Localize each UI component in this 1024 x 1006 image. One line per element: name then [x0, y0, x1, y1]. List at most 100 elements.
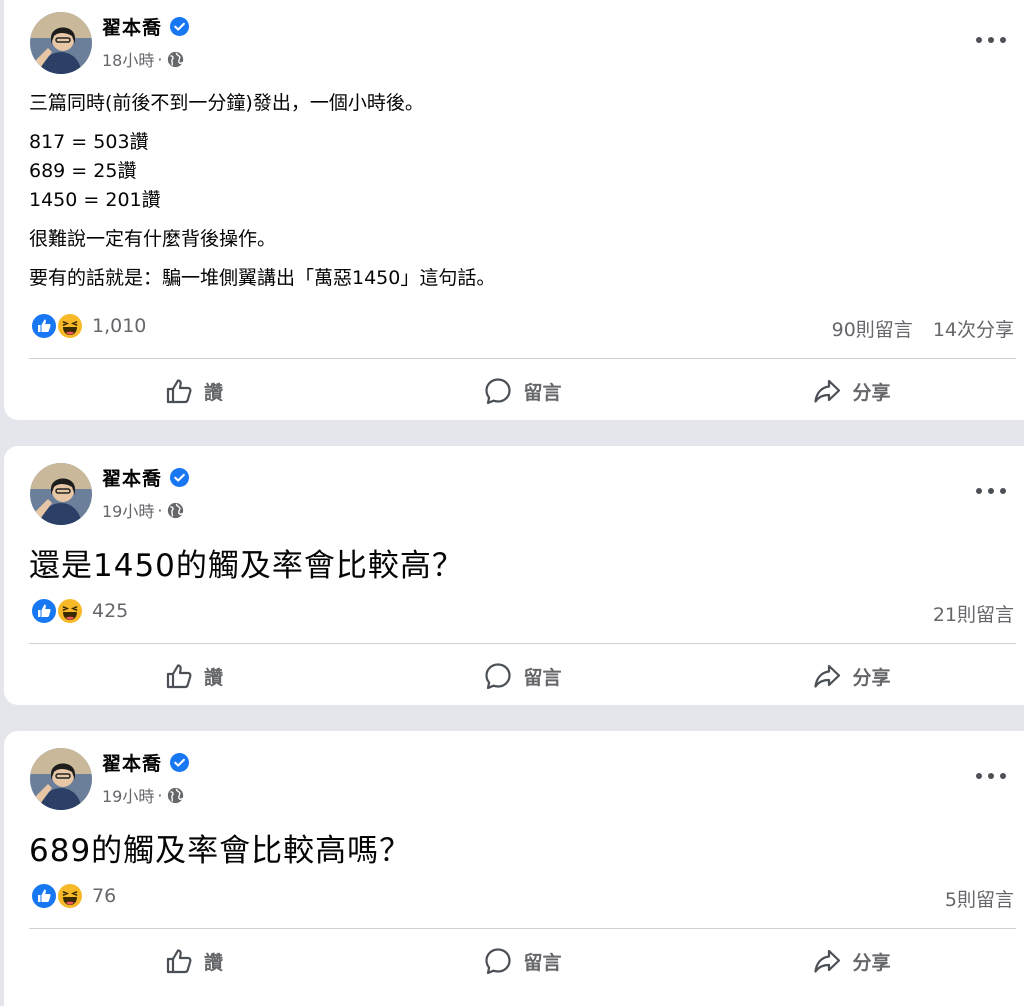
body-paragraph: 689 = 25讚: [29, 160, 137, 182]
author-avatar[interactable]: [30, 12, 92, 74]
share-arrow-icon: [814, 664, 841, 688]
share-arrow-icon: [814, 949, 841, 973]
like-button[interactable]: 讚: [29, 939, 358, 983]
like-button[interactable]: 讚: [29, 369, 358, 413]
comment-label: 留言: [523, 381, 562, 404]
news-feed: 翟本喬 18小時 · 三篇同時(前後不到一分鐘)發出，一個小時後。 817 = …: [0, 0, 1024, 1006]
divider: [29, 358, 1016, 359]
like-label: 讚: [203, 666, 223, 689]
body-paragraph: 1450 = 201讚: [29, 189, 161, 211]
author-name-row: 翟本喬: [102, 749, 190, 776]
reaction-count: 1,010: [92, 315, 147, 337]
thumbs-up-icon: [166, 664, 192, 689]
post-body-large: 還是1450的觸及率會比較高？: [29, 548, 464, 584]
post-card: 翟本喬 19小時 · 還是1450的觸及率會比較高？ 425 21則留言 讚 留…: [4, 446, 1024, 705]
more-dot-icon: [988, 773, 994, 779]
share-button[interactable]: 分享: [687, 939, 1016, 983]
share-button[interactable]: 分享: [687, 369, 1016, 413]
post-time[interactable]: 19小時: [102, 783, 154, 807]
reaction-summary[interactable]: 76: [30, 882, 116, 910]
avatar-photo-icon: [30, 463, 92, 525]
engagement-stats: 21則留言: [933, 600, 1014, 627]
post-meta: 18小時 ·: [102, 47, 184, 71]
verified-badge-icon: [170, 468, 190, 487]
thumbs-up-icon: [166, 949, 192, 974]
share-label: 分享: [852, 666, 891, 689]
divider: [29, 928, 1016, 929]
author-name-row: 翟本喬: [102, 464, 190, 491]
like-label: 讚: [203, 381, 223, 404]
comment-bubble-icon: [485, 948, 512, 975]
meta-separator: ·: [157, 500, 163, 520]
like-icon: [30, 597, 58, 625]
action-bar: 讚 留言 分享: [29, 654, 1016, 698]
more-options-button[interactable]: [976, 481, 1006, 501]
more-dot-icon: [976, 773, 982, 779]
reaction-count: 425: [92, 600, 129, 622]
body-paragraph: 要有的話就是：騙一堆側翼講出「萬惡1450」這句話。: [29, 267, 496, 289]
like-icon: [30, 882, 58, 910]
more-dot-icon: [1000, 488, 1006, 494]
avatar-photo-icon: [30, 748, 92, 810]
post-card: 翟本喬 19小時 · 689的觸及率會比較高嗎？ 76 5則留言 讚 留言 分享: [4, 731, 1024, 1006]
globe-icon: [168, 51, 184, 67]
like-label: 讚: [203, 951, 223, 974]
divider: [29, 643, 1016, 644]
comment-count-link[interactable]: 21則留言: [933, 600, 1014, 627]
comment-button[interactable]: 留言: [358, 939, 687, 983]
author-avatar[interactable]: [30, 748, 92, 810]
reaction-count: 76: [92, 885, 117, 907]
comment-button[interactable]: 留言: [358, 654, 687, 698]
verified-badge-icon: [170, 17, 190, 36]
verified-badge-icon: [170, 753, 190, 772]
meta-separator: ·: [157, 49, 163, 69]
author-name[interactable]: 翟本喬: [102, 464, 162, 491]
more-dot-icon: [988, 488, 994, 494]
engagement-stats: 90則留言 14次分享: [832, 315, 1014, 342]
globe-icon: [168, 787, 184, 803]
author-name[interactable]: 翟本喬: [102, 13, 162, 40]
haha-icon: [56, 312, 84, 340]
share-button[interactable]: 分享: [687, 654, 1016, 698]
more-dot-icon: [1000, 37, 1006, 43]
more-dot-icon: [988, 37, 994, 43]
post-meta: 19小時 ·: [102, 498, 184, 522]
comment-bubble-icon: [485, 378, 512, 405]
haha-icon: [56, 882, 84, 910]
post-time[interactable]: 18小時: [102, 47, 154, 71]
reaction-summary[interactable]: 425: [30, 597, 128, 625]
avatar-photo-icon: [30, 12, 92, 74]
body-paragraph: 三篇同時(前後不到一分鐘)發出，一個小時後。: [29, 92, 424, 114]
comment-count-link[interactable]: 5則留言: [945, 885, 1014, 912]
body-paragraph: 817 = 503讚: [29, 131, 149, 153]
author-name[interactable]: 翟本喬: [102, 749, 162, 776]
share-count-link[interactable]: 14次分享: [933, 315, 1014, 342]
comment-label: 留言: [523, 951, 562, 974]
author-name-row: 翟本喬: [102, 13, 190, 40]
comment-bubble-icon: [485, 663, 512, 690]
like-icon: [30, 312, 58, 340]
body-paragraph: 很難說一定有什麼背後操作。: [29, 228, 277, 250]
action-bar: 讚 留言 分享: [29, 369, 1016, 413]
comment-label: 留言: [523, 666, 562, 689]
post-meta: 19小時 ·: [102, 783, 184, 807]
post-time[interactable]: 19小時: [102, 498, 154, 522]
comment-count-link[interactable]: 90則留言: [832, 315, 913, 342]
post-card: 翟本喬 18小時 · 三篇同時(前後不到一分鐘)發出，一個小時後。 817 = …: [4, 0, 1024, 420]
action-bar: 讚 留言 分享: [29, 939, 1016, 983]
thumbs-up-icon: [166, 379, 192, 404]
post-body: 三篇同時(前後不到一分鐘)發出，一個小時後。 817 = 503讚 689 = …: [29, 89, 495, 293]
post-body-large: 689的觸及率會比較高嗎？: [29, 833, 412, 869]
like-button[interactable]: 讚: [29, 654, 358, 698]
more-options-button[interactable]: [976, 30, 1006, 50]
author-avatar[interactable]: [30, 463, 92, 525]
share-label: 分享: [852, 951, 891, 974]
share-arrow-icon: [814, 379, 841, 403]
more-options-button[interactable]: [976, 766, 1006, 786]
meta-separator: ·: [157, 785, 163, 805]
reaction-summary[interactable]: 1,010: [30, 312, 146, 340]
haha-icon: [56, 597, 84, 625]
more-dot-icon: [1000, 773, 1006, 779]
engagement-stats: 5則留言: [945, 885, 1014, 912]
comment-button[interactable]: 留言: [358, 369, 687, 413]
